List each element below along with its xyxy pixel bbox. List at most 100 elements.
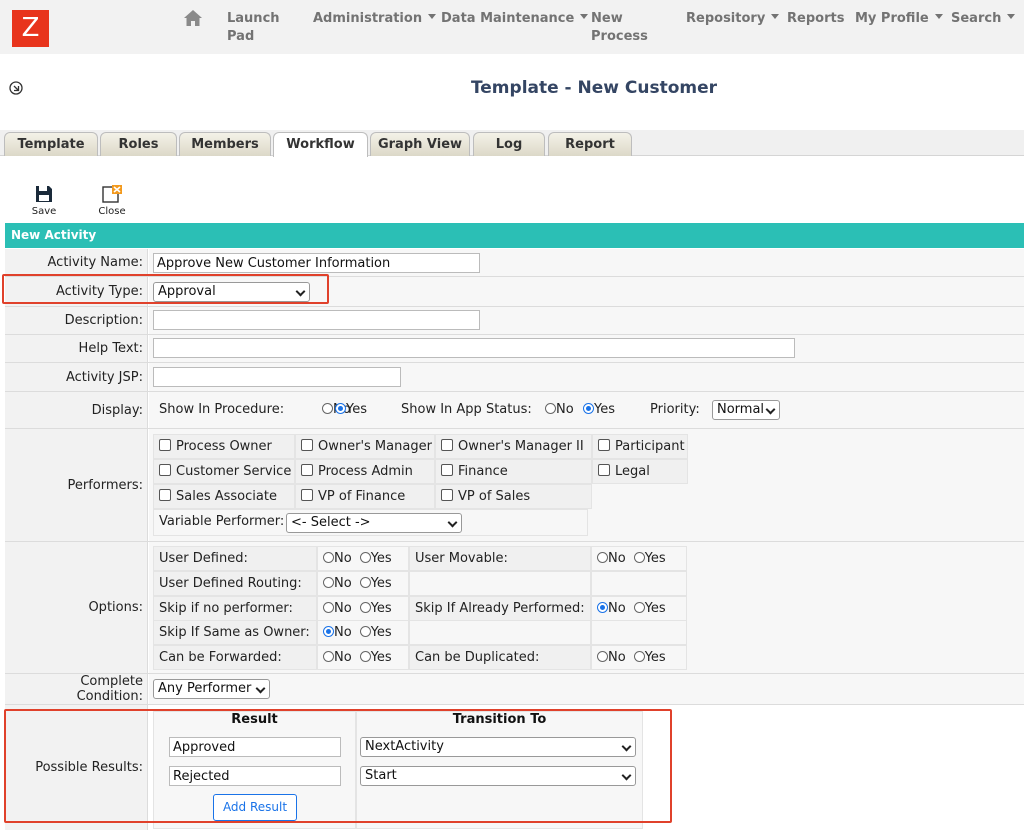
tab-template[interactable]: Template xyxy=(4,132,98,156)
nav-reports[interactable]: Reports xyxy=(787,10,844,28)
radio-selected-icon xyxy=(597,601,608,613)
option-label-skip-if-no-performer: Skip if no performer: xyxy=(153,595,317,621)
floppy-disk-icon xyxy=(36,186,52,202)
priority-label: Priority: xyxy=(650,402,700,417)
radio-icon xyxy=(359,626,371,638)
show-in-app-status-yes[interactable]: Yes xyxy=(583,402,615,417)
nav-my-profile[interactable]: My Profile xyxy=(855,10,943,28)
performer-process-admin[interactable]: Process Admin xyxy=(295,459,435,484)
save-button[interactable]: Save xyxy=(29,184,59,217)
option-skip-if-same-as-owner-no[interactable]: No xyxy=(323,625,352,640)
option-radios-skip-if-same-as-owner: No Yes xyxy=(317,620,409,646)
help-text-input[interactable] xyxy=(153,338,795,358)
checkbox-icon xyxy=(441,439,453,451)
chevron-down-icon xyxy=(580,14,589,19)
radio-selected-icon xyxy=(323,626,334,638)
performer-vp-of-finance[interactable]: VP of Finance xyxy=(295,484,435,509)
performer-participant[interactable]: Participant xyxy=(592,434,688,459)
tab-roles[interactable]: Roles xyxy=(100,132,177,156)
home-icon[interactable] xyxy=(183,9,203,27)
row-help-text: Help Text: xyxy=(5,335,1024,363)
checkbox-icon xyxy=(598,464,610,476)
option-can-be-forwarded-no[interactable]: No xyxy=(323,650,352,665)
option-skip-if-already-performed-yes[interactable]: Yes xyxy=(633,601,666,616)
app-logo[interactable]: Z xyxy=(12,10,49,47)
checkbox-icon xyxy=(301,439,313,451)
show-in-procedure-yes[interactable]: Yes xyxy=(335,402,367,417)
radio-icon xyxy=(359,552,371,563)
nav-data-maintenance[interactable]: Data Maintenance xyxy=(441,10,589,28)
nav-launch-pad[interactable]: Launch Pad xyxy=(227,10,280,46)
performer-owners-manager-ii[interactable]: Owner's Manager II xyxy=(435,434,592,459)
result-input-approved[interactable] xyxy=(169,737,341,757)
activity-type-select[interactable]: Approval xyxy=(153,282,310,302)
tab-workflow[interactable]: Workflow xyxy=(273,132,368,157)
options-label: Options: xyxy=(5,542,148,673)
performer-customer-service[interactable]: Customer Service xyxy=(153,459,295,484)
complete-condition-label: Complete Condition: xyxy=(5,674,148,704)
option-user-movable-yes[interactable]: Yes xyxy=(633,551,666,566)
radio-icon xyxy=(597,552,608,563)
show-in-app-status-no[interactable]: No xyxy=(545,402,574,417)
performer-legal[interactable]: Legal xyxy=(592,459,688,484)
performer-sales-associate[interactable]: Sales Associate xyxy=(153,484,295,509)
nav-administration[interactable]: Administration xyxy=(313,10,437,28)
result-input-rejected[interactable] xyxy=(169,766,341,786)
option-can-be-forwarded-yes[interactable]: Yes xyxy=(359,650,392,665)
option-can-be-duplicated-yes[interactable]: Yes xyxy=(633,650,666,665)
option-radios-user-defined: No Yes xyxy=(317,546,409,571)
option-skip-if-already-performed-no[interactable]: No xyxy=(597,601,626,616)
option-label-user-defined: User Defined: xyxy=(153,546,317,571)
priority-select[interactable]: Normal xyxy=(712,400,780,420)
option-empty-cell xyxy=(591,620,687,646)
transition-select-rejected[interactable]: Start xyxy=(360,766,636,786)
description-input[interactable] xyxy=(153,310,480,330)
performer-process-owner[interactable]: Process Owner xyxy=(153,434,295,459)
variable-performer-select[interactable]: <- Select -> xyxy=(286,513,462,533)
activity-type-label: Activity Type: xyxy=(5,277,148,306)
option-radios-user-movable: No Yes xyxy=(591,546,687,571)
nav-search[interactable]: Search xyxy=(951,10,1016,28)
tab-report[interactable]: Report xyxy=(548,132,632,156)
performer-owners-manager[interactable]: Owner's Manager xyxy=(295,434,435,459)
option-user-movable-no[interactable]: No xyxy=(597,551,626,566)
transition-select-approved[interactable]: NextActivity xyxy=(360,737,636,757)
radio-icon xyxy=(323,552,334,563)
tab-graph-view[interactable]: Graph View xyxy=(370,132,470,156)
activity-jsp-label: Activity JSP: xyxy=(5,363,148,391)
radio-selected-icon xyxy=(335,403,346,414)
option-label-can-be-duplicated: Can be Duplicated: xyxy=(409,645,591,671)
radio-selected-icon xyxy=(583,403,594,414)
option-user-defined-routing-no[interactable]: No xyxy=(323,576,352,591)
option-user-defined-routing-yes[interactable]: Yes xyxy=(359,576,392,591)
performer-finance[interactable]: Finance xyxy=(435,459,592,484)
checkbox-icon xyxy=(159,439,171,451)
option-label-user-movable: User Movable: xyxy=(409,546,591,571)
option-user-defined-yes[interactable]: Yes xyxy=(359,551,392,566)
tab-members[interactable]: Members xyxy=(179,132,271,156)
option-skip-if-same-as-owner-yes[interactable]: Yes xyxy=(359,625,392,640)
show-in-app-status-label: Show In App Status: xyxy=(401,402,532,417)
activity-jsp-input[interactable] xyxy=(153,367,401,387)
row-complete-condition: Complete Condition: Any Performer xyxy=(5,674,1024,705)
chevron-down-icon xyxy=(428,14,437,19)
nav-repository[interactable]: Repository xyxy=(686,10,780,28)
performer-vp-of-sales[interactable]: VP of Sales xyxy=(435,484,592,509)
option-user-defined-no[interactable]: No xyxy=(323,551,352,566)
tab-log[interactable]: Log xyxy=(473,132,545,156)
radio-icon xyxy=(359,651,371,663)
radio-icon xyxy=(633,552,645,563)
option-skip-if-no-performer-yes[interactable]: Yes xyxy=(359,601,392,616)
close-icon xyxy=(102,185,122,203)
option-radios-can-be-forwarded: No Yes xyxy=(317,645,409,671)
help-text-label: Help Text: xyxy=(5,335,148,362)
radio-icon xyxy=(633,601,645,613)
complete-condition-select[interactable]: Any Performer xyxy=(153,679,270,699)
section-header-new-activity: New Activity xyxy=(5,223,1024,248)
option-can-be-duplicated-no[interactable]: No xyxy=(597,650,626,665)
add-result-button[interactable]: Add Result xyxy=(213,794,297,821)
nav-new-process[interactable]: New Process xyxy=(591,10,648,46)
activity-name-input[interactable] xyxy=(153,253,480,273)
option-skip-if-no-performer-no[interactable]: No xyxy=(323,601,352,616)
close-button[interactable]: Close xyxy=(95,184,129,217)
